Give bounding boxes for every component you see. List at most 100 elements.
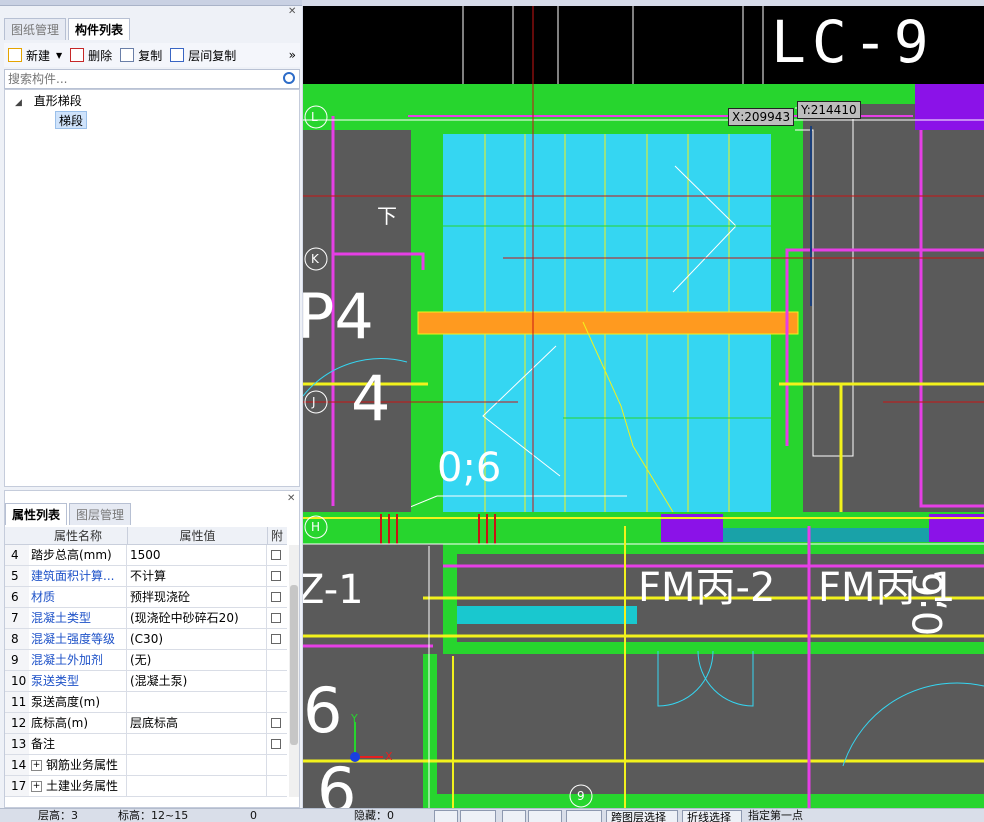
attach-checkbox[interactable] — [271, 613, 281, 623]
cross-layer-select-button[interactable]: 跨图层选择 — [606, 810, 678, 822]
polyline-select-button[interactable]: 折线选择 — [682, 810, 742, 822]
property-rows: 4 踏步总高(mm) 1500 5 建筑面积计算... 不计算 6 材质 预拌现浇砼 7 混凝土类型… — [5, 545, 287, 797]
tab-component-list[interactable]: 构件列表 — [68, 18, 131, 40]
row-number: 17 — [5, 776, 29, 796]
floor-copy-button[interactable]: 层间复制 — [166, 44, 240, 66]
property-row[interactable]: 4 踏步总高(mm) 1500 — [5, 545, 287, 566]
status-tool-button[interactable] — [460, 810, 496, 822]
drawing-label-6a: 6 — [303, 674, 343, 747]
new-label: 新建 — [26, 48, 51, 63]
search-input[interactable] — [5, 70, 275, 88]
floor-copy-icon — [170, 48, 185, 62]
attach-cell — [267, 545, 287, 565]
header-attach: 附 — [267, 527, 287, 544]
property-row[interactable]: 10 泵送类型 (混凝土泵) — [5, 671, 287, 692]
property-value[interactable]: 1500 — [127, 545, 267, 565]
row-number: 6 — [5, 587, 29, 607]
property-value[interactable] — [127, 776, 267, 796]
axis-label-k: K — [311, 252, 319, 266]
status-tool-button[interactable] — [566, 810, 602, 822]
row-number: 9 — [5, 650, 29, 670]
attach-checkbox[interactable] — [271, 592, 281, 602]
copy-button[interactable]: 复制 — [116, 44, 166, 66]
attach-checkbox[interactable] — [271, 718, 281, 728]
floor-copy-label: 层间复制 — [188, 48, 237, 63]
down-marker: 下 — [377, 204, 397, 228]
attach-checkbox[interactable] — [271, 550, 281, 560]
property-value[interactable]: (无) — [127, 650, 267, 670]
property-row[interactable]: 6 材质 预拌现浇砼 — [5, 587, 287, 608]
attach-checkbox[interactable] — [271, 571, 281, 581]
close-property-icon[interactable]: ✕ — [287, 493, 295, 504]
property-row[interactable]: 14 + 钢筋业务属性 — [5, 755, 287, 776]
status-tool-button[interactable] — [502, 810, 526, 822]
property-row[interactable]: 12 底标高(m) 层底标高 — [5, 713, 287, 734]
status-tool-button[interactable] — [528, 810, 562, 822]
expand-icon[interactable]: + — [31, 760, 42, 771]
dropdown-arrow-icon[interactable]: ▼ — [56, 51, 62, 60]
property-value[interactable] — [127, 692, 267, 712]
tree-node-stair-section[interactable]: 梯段 — [55, 111, 88, 129]
drawing-label-4: 4 — [351, 362, 391, 435]
attach-cell — [267, 671, 287, 691]
property-name: 混凝土类型 — [29, 608, 127, 628]
close-panel-icon[interactable]: ✕ — [288, 6, 296, 17]
attach-cell — [267, 713, 287, 733]
attach-checkbox[interactable] — [271, 739, 281, 749]
x-axis-label: X — [385, 750, 393, 763]
floor-height-text: 层高：3 — [38, 809, 78, 822]
new-icon — [8, 48, 22, 62]
status-tool-button[interactable] — [434, 810, 458, 822]
drawing-label-lc9: LC-9 — [771, 8, 935, 76]
search-box — [4, 69, 300, 89]
attach-cell — [267, 587, 287, 607]
property-name: + 土建业务属性 — [29, 776, 127, 796]
row-number: 11 — [5, 692, 29, 712]
property-value[interactable]: 层底标高 — [127, 713, 267, 733]
property-value[interactable]: (现浇砼中砂碎石20) — [127, 608, 267, 628]
coord-y-tooltip: Y:214410 — [797, 101, 861, 119]
property-value[interactable]: 不计算 — [127, 566, 267, 586]
property-row[interactable]: 7 混凝土类型 (现浇砼中砂碎石20) — [5, 608, 287, 629]
new-button[interactable]: 新建 ▼ — [4, 44, 66, 66]
property-name: 泵送高度(m) — [29, 692, 127, 712]
property-row[interactable]: 13 备注 — [5, 734, 287, 755]
row-number: 13 — [5, 734, 29, 754]
axis-label-j: J — [312, 395, 316, 409]
tree-node-stair-type[interactable]: ◢ 直形梯段 — [15, 92, 82, 110]
property-panel: ✕ 属性列表 图层管理 属性名称 属性值 附 4 踏步总高(mm) 1500 5 建筑面… — [4, 490, 300, 808]
scrollbar-thumb[interactable] — [290, 585, 298, 745]
tab-property-list[interactable]: 属性列表 — [5, 503, 68, 525]
property-value[interactable] — [127, 734, 267, 754]
attach-checkbox[interactable] — [271, 634, 281, 644]
property-row[interactable]: 11 泵送高度(m) — [5, 692, 287, 713]
property-scrollbar[interactable] — [289, 545, 299, 797]
property-value[interactable]: (C30) — [127, 629, 267, 649]
property-value[interactable]: 预拌现浇砼 — [127, 587, 267, 607]
property-row[interactable]: 8 混凝土强度等级 (C30) — [5, 629, 287, 650]
property-group-label: 钢筋业务属性 — [46, 758, 119, 772]
property-name: 泵送类型 — [29, 671, 127, 691]
hidden-count-text: 隐藏：0 — [354, 809, 394, 822]
delete-button[interactable]: 删除 — [66, 44, 116, 66]
property-name: 材质 — [29, 587, 127, 607]
property-row[interactable]: 9 混凝土外加剂 (无) — [5, 650, 287, 671]
expand-icon[interactable]: + — [31, 781, 42, 792]
property-row[interactable]: 5 建筑面积计算... 不计算 — [5, 566, 287, 587]
property-name: 踏步总高(mm) — [29, 545, 127, 565]
purple-block — [915, 84, 984, 130]
tab-layer-management[interactable]: 图层管理 — [69, 503, 132, 525]
row-number: 12 — [5, 713, 29, 733]
property-row[interactable]: 17 + 土建业务属性 — [5, 776, 287, 797]
property-value[interactable] — [127, 755, 267, 775]
column-label: Z-1 — [303, 567, 364, 613]
toolbar-more-button[interactable]: » — [285, 44, 300, 66]
property-tabbar: 属性列表 图层管理 — [5, 503, 133, 525]
cad-canvas[interactable]: LC-9 0;6 FM丙-2 FM丙-1 0;6 Z-1 P4 4 6 6 下 … — [303, 6, 984, 808]
zero-text: 0 — [250, 809, 257, 822]
axis-label-h: H — [311, 520, 321, 534]
property-value[interactable]: (混凝土泵) — [127, 671, 267, 691]
search-icon[interactable] — [283, 72, 295, 84]
collapse-arrow-icon[interactable]: ◢ — [15, 98, 22, 108]
tab-drawing-management[interactable]: 图纸管理 — [4, 18, 67, 40]
